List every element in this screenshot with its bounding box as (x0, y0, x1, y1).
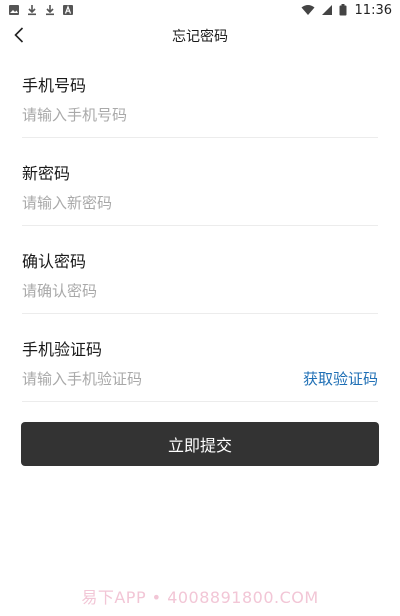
submit-button[interactable]: 立即提交 (21, 422, 379, 466)
signal-icon (321, 5, 332, 15)
forgot-password-form: 手机号码 新密码 确认密码 手机验证码 获取验证码 (22, 50, 378, 402)
confirm-password-input[interactable] (22, 278, 282, 304)
sms-code-input[interactable] (22, 366, 282, 392)
confirm-password-field-group: 确认密码 (22, 226, 378, 314)
download-icon (28, 5, 36, 16)
sms-code-label: 手机验证码 (22, 340, 103, 359)
status-right-icons: 11:36 (301, 3, 392, 18)
watermark: 易下APP • 4008891800.COM (81, 588, 319, 607)
new-password-label: 新密码 (22, 164, 71, 183)
download-icon (46, 5, 54, 16)
new-password-input[interactable] (22, 190, 282, 216)
status-time: 11:36 (354, 2, 392, 18)
sms-code-field-group: 手机验证码 获取验证码 (22, 314, 378, 402)
get-code-button[interactable]: 获取验证码 (303, 368, 378, 389)
a-box-icon (63, 5, 73, 15)
new-password-field-group: 新密码 (22, 138, 378, 226)
battery-icon (339, 4, 347, 16)
image-icon (9, 5, 19, 15)
phone-field-group: 手机号码 (22, 50, 378, 138)
status-bar: 11:36 (0, 0, 400, 20)
page-title: 忘记密码 (172, 29, 228, 45)
phone-label: 手机号码 (22, 76, 87, 95)
phone-input[interactable] (22, 102, 282, 128)
wifi-icon (301, 5, 315, 15)
nav-bar: 忘记密码 (0, 20, 400, 50)
confirm-password-label: 确认密码 (22, 252, 87, 271)
status-left-icons (8, 4, 74, 16)
